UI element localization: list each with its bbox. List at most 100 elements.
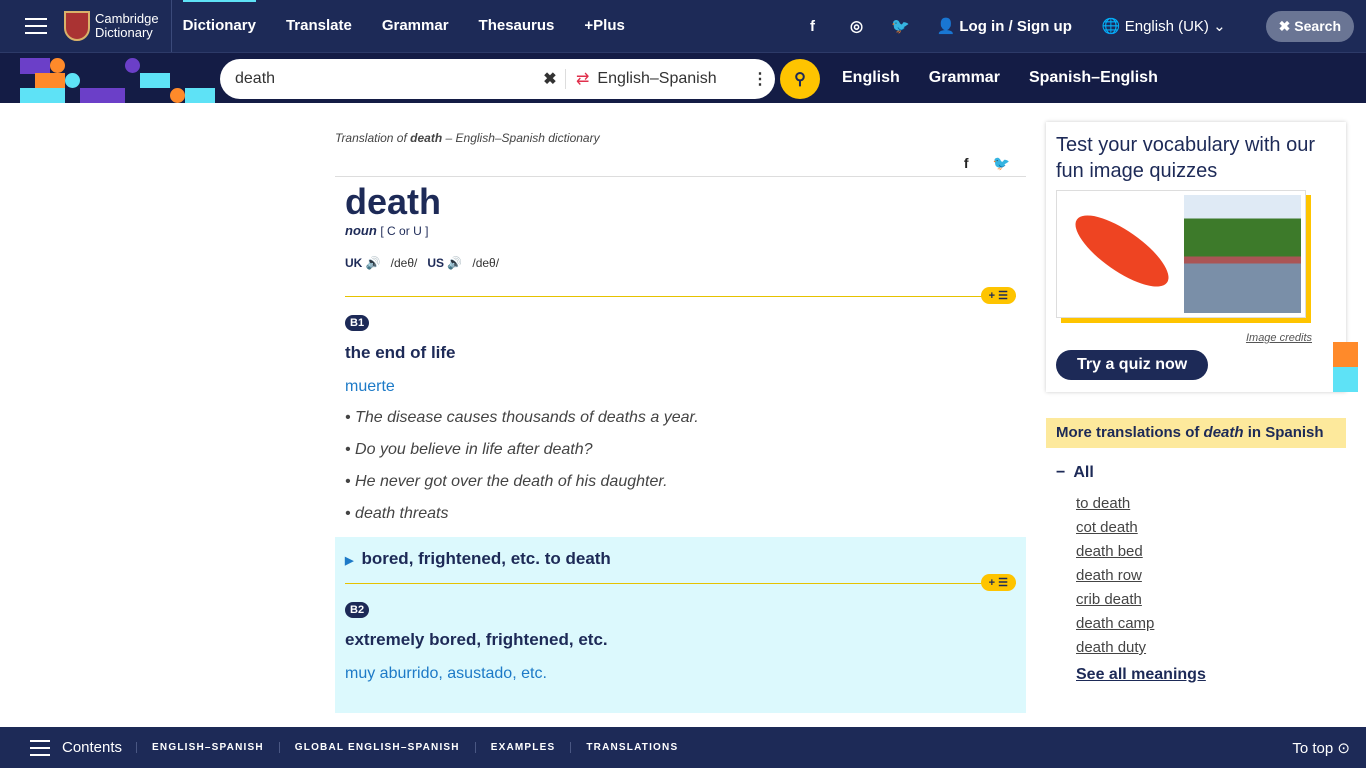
- crumb-pre: Translation of: [335, 131, 411, 145]
- twitter-icon[interactable]: 🐦: [879, 17, 923, 35]
- to-top-button[interactable]: To top ⊙: [1292, 739, 1350, 757]
- cambridge-logo[interactable]: Cambridge Dictionary: [64, 0, 172, 52]
- language-selector[interactable]: 🌐 English (UK) ⌄: [1102, 17, 1226, 35]
- globe-icon: 🌐: [1101, 18, 1125, 35]
- translation-link[interactable]: death bed: [1076, 540, 1346, 564]
- search-bar-row: ✖ ⇄ English–Spanish ⋮ ⚲ English Grammar S…: [0, 52, 1366, 103]
- nav-thesaurus[interactable]: Thesaurus: [468, 17, 574, 34]
- tab-global-english-spanish[interactable]: GLOBAL ENGLISH–SPANISH: [278, 742, 475, 753]
- more-translations-heading: More translations of death in Spanish: [1046, 418, 1346, 448]
- more-options-icon[interactable]: ⋮: [745, 69, 775, 89]
- image-credits-link[interactable]: Image credits: [1056, 332, 1312, 344]
- search-box: ✖ ⇄ English–Spanish ⋮: [220, 59, 775, 99]
- search-button-label: Search: [1294, 17, 1341, 34]
- part-of-speech: noun: [345, 223, 377, 238]
- try-quiz-button[interactable]: Try a quiz now: [1056, 350, 1209, 380]
- swap-icon: ⇄: [576, 71, 590, 88]
- more-word: death: [1203, 424, 1244, 441]
- quiz-card: Test your vocabulary with our fun image …: [1046, 122, 1358, 392]
- shield-icon: [64, 11, 90, 41]
- more-pre: More translations of: [1056, 424, 1204, 441]
- add-to-wordlist-button[interactable]: + ☰: [980, 574, 1016, 591]
- idiom-definition: extremely bored, frightened, etc.: [345, 630, 608, 649]
- search-toggle-button[interactable]: ✖ Search: [1265, 10, 1354, 42]
- search-icon: ⚲: [794, 71, 806, 88]
- quiz-images[interactable]: [1056, 190, 1306, 318]
- link-spanish-english[interactable]: Spanish–English: [1029, 69, 1158, 87]
- translation-link[interactable]: to death: [1076, 492, 1346, 516]
- minus-icon: −: [1056, 464, 1066, 481]
- see-all-meanings-link[interactable]: See all meanings: [1076, 666, 1346, 684]
- translation-link[interactable]: cot death: [1076, 516, 1346, 540]
- kayak-image: [1057, 191, 1181, 317]
- idiom-title-text: bored, frightened, etc. to death: [361, 549, 611, 568]
- dictionary-direction-selector[interactable]: ⇄ English–Spanish: [565, 69, 745, 89]
- instagram-icon[interactable]: ◎: [835, 17, 879, 35]
- nav-plus[interactable]: +Plus: [573, 17, 643, 34]
- us-audio-icon[interactable]: 🔊: [447, 256, 462, 270]
- definition: the end of life: [345, 343, 456, 362]
- us-ipa: /deθ/: [472, 256, 500, 270]
- translation-link[interactable]: death row: [1076, 564, 1346, 588]
- headword: death: [345, 181, 442, 222]
- us-label: US: [427, 256, 445, 270]
- idiom-block: ▶ bored, frightened, etc. to death + ☰ B2…: [335, 537, 1026, 713]
- idiom-title[interactable]: ▶ bored, frightened, etc. to death: [335, 537, 1026, 569]
- tab-english-spanish[interactable]: ENGLISH–SPANISH: [136, 742, 279, 753]
- translation-link[interactable]: crib death: [1076, 588, 1346, 612]
- user-icon: 👤: [936, 18, 960, 35]
- nav-translate[interactable]: Translate: [275, 17, 371, 34]
- translation-link[interactable]: death camp: [1076, 612, 1346, 636]
- barge-image: [1184, 195, 1301, 313]
- quiz-title: Test your vocabulary with our fun image …: [1056, 134, 1316, 182]
- share-facebook-icon[interactable]: f: [964, 155, 969, 176]
- example: The disease causes thousands of deaths a…: [345, 409, 1016, 427]
- clear-icon[interactable]: ✖: [535, 69, 565, 89]
- close-icon: ✖: [1278, 17, 1295, 34]
- example: death threats: [345, 505, 1016, 523]
- logo-line2: Dictionary: [95, 25, 153, 40]
- triangle-right-icon: ▶: [345, 555, 354, 567]
- search-submit-button[interactable]: ⚲: [780, 59, 820, 99]
- tab-translations[interactable]: TRANSLATIONS: [570, 742, 693, 753]
- idiom-translation: muy aburrido, asustado, etc.: [345, 665, 547, 682]
- translation-link[interactable]: death duty: [1076, 636, 1346, 660]
- menu-icon[interactable]: [25, 18, 47, 34]
- link-english[interactable]: English: [842, 69, 900, 87]
- crumb-word: death: [410, 131, 443, 145]
- top-navbar: Cambridge Dictionary Dictionary Translate G…: [0, 0, 1366, 52]
- grammar-code: [ C or U ]: [380, 224, 429, 238]
- example: Do you believe in life after death?: [345, 441, 1016, 459]
- crumb-post: – English–Spanish dictionary: [442, 131, 600, 145]
- share-twitter-icon[interactable]: 🐦: [993, 155, 1010, 176]
- login-link[interactable]: 👤 Log in / Sign up: [937, 17, 1072, 35]
- level-badge: B2: [345, 602, 370, 618]
- all-label: All: [1073, 464, 1094, 481]
- more-post: in Spanish: [1243, 424, 1324, 441]
- chevron-down-icon: ⌄: [1208, 18, 1226, 35]
- logo-line1: Cambridge: [95, 11, 159, 26]
- translation: muerte: [345, 378, 395, 395]
- login-label: Log in / Sign up: [959, 18, 1072, 35]
- examples: The disease causes thousands of deaths a…: [345, 409, 1016, 523]
- entry-main: Translation of death – English–Spanish d…: [335, 103, 1026, 713]
- sidebar: Test your vocabulary with our fun image …: [1046, 122, 1358, 684]
- contents-button[interactable]: Contents: [62, 739, 122, 756]
- direction-label: English–Spanish: [597, 70, 717, 87]
- search-input[interactable]: [235, 70, 535, 88]
- add-to-wordlist-button[interactable]: + ☰: [980, 287, 1016, 304]
- uk-audio-icon[interactable]: 🔊: [366, 256, 381, 270]
- tab-examples[interactable]: EXAMPLES: [474, 742, 571, 753]
- decor-cyan: [1333, 367, 1358, 392]
- all-toggle[interactable]: − All: [1056, 464, 1336, 482]
- contents-menu-icon[interactable]: [30, 739, 50, 756]
- decor-orange: [1333, 342, 1358, 367]
- link-grammar[interactable]: Grammar: [929, 69, 1000, 87]
- facebook-icon[interactable]: f: [791, 18, 835, 35]
- uk-label: UK: [345, 256, 363, 270]
- language-label: English (UK): [1124, 18, 1209, 35]
- nav-grammar[interactable]: Grammar: [371, 17, 468, 34]
- to-top-label: To top: [1292, 739, 1334, 757]
- arrow-up-circle-icon: ⊙: [1337, 739, 1350, 757]
- nav-dictionary[interactable]: Dictionary: [172, 0, 275, 34]
